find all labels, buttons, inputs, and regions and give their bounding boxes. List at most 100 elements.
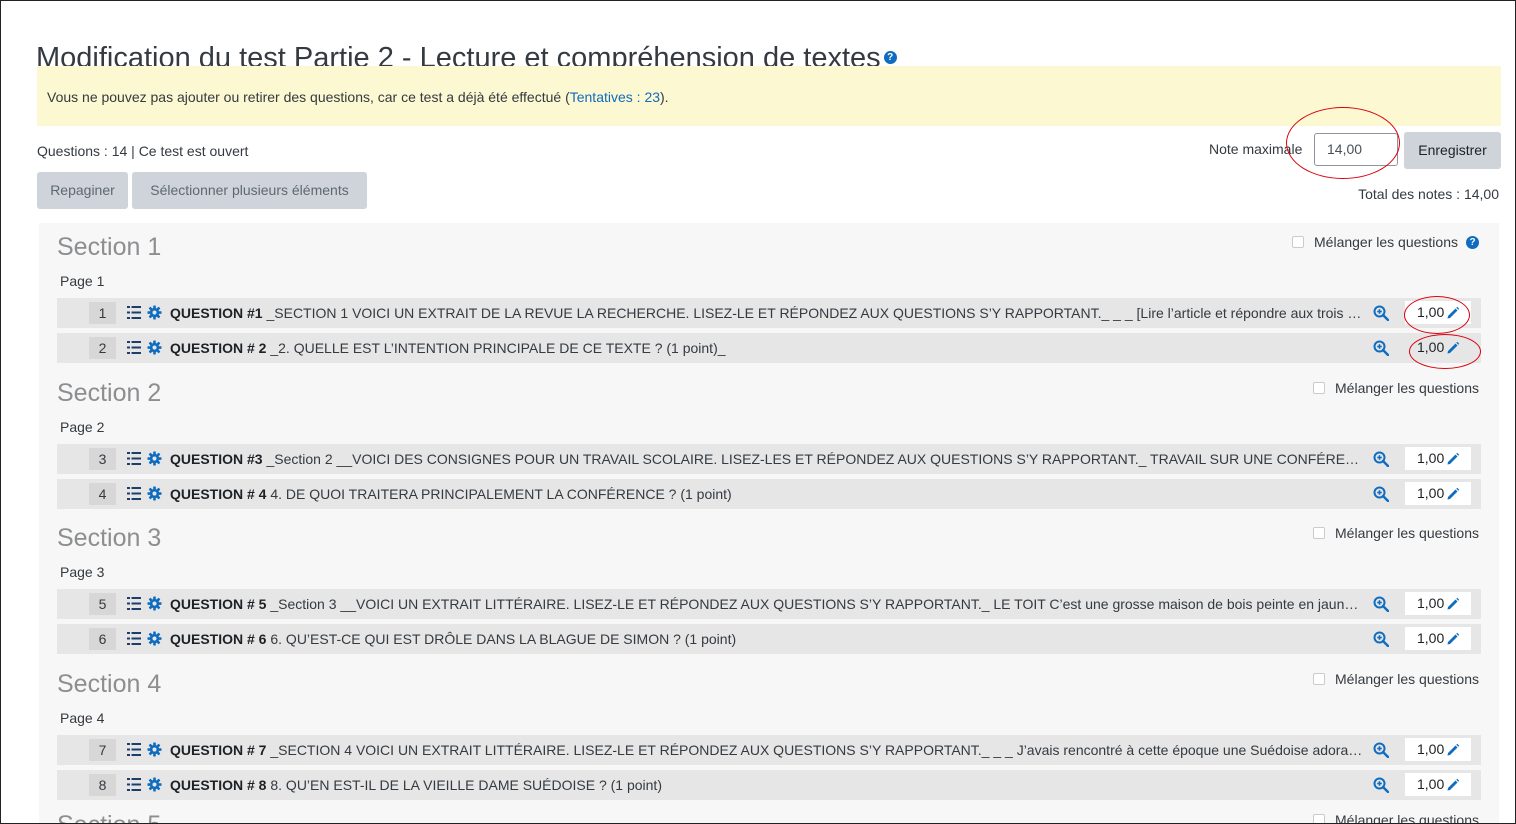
question-row: 2 QUESTION # 2 _2. QUELLE EST L’INTENTION… [57, 333, 1481, 363]
max-grade-input[interactable]: 14,00 [1314, 133, 1398, 166]
sections-list: Section 1 Mélanger les questions? Page 1 1 Q… [39, 223, 1499, 823]
help-icon[interactable]: ? [883, 51, 897, 65]
question-body: _2. QUELLE EST L’INTENTION PRINCIPALE DE… [266, 340, 726, 356]
question-text[interactable]: QUESTION # 5 _Section 3 __VOICI UN EXTRA… [170, 596, 1365, 612]
question-label: QUESTION # 6 [170, 631, 267, 647]
question-label: QUESTION # 4 [170, 486, 267, 502]
question-body: _SECTION 4 VOICI UN EXTRAIT LITTÉRAIRE. … [266, 742, 1365, 758]
question-mark[interactable]: 1,00 [1405, 482, 1471, 505]
shuffle-checkbox[interactable] [1313, 527, 1326, 539]
question-body: 8. QU’EN EST-IL DE LA VIEILLE DAME SUÉDO… [266, 777, 662, 793]
shuffle-checkbox[interactable] [1313, 673, 1326, 685]
list-icon [127, 742, 141, 757]
question-mark[interactable]: 1,00 [1405, 301, 1471, 324]
attempts-link[interactable]: Tentatives : 23 [570, 89, 660, 105]
mark-value: 1,00 [1417, 485, 1445, 501]
question-text[interactable]: QUESTION # 6 6. QU’EST-CE QUI EST DRÔLE … [170, 631, 1365, 647]
question-number: 1 [89, 302, 116, 324]
question-row: 6 QUESTION # 6 6. QU’EST-CE QUI EST DRÔLE… [57, 624, 1481, 654]
section-title: Section 5 [57, 811, 161, 823]
zoom-preview-icon[interactable] [1373, 777, 1390, 794]
gear-icon[interactable] [147, 305, 162, 320]
question-text[interactable]: QUESTION # 7 _SECTION 4 VOICI UN EXTRAIT… [170, 742, 1365, 758]
shuffle-questions[interactable]: Mélanger les questions [1313, 525, 1479, 541]
mark-value: 1,00 [1417, 304, 1445, 320]
question-row: 8 QUESTION # 8 8. QU’EN EST-IL DE LA VIEI… [57, 770, 1481, 800]
gear-icon[interactable] [147, 340, 162, 355]
zoom-preview-icon[interactable] [1373, 742, 1390, 759]
gear-icon[interactable] [147, 486, 162, 501]
mark-value: 1,00 [1417, 450, 1445, 466]
question-label: QUESTION # 7 [170, 742, 267, 758]
question-text[interactable]: QUESTION #1 _SECTION 1 VOICI UN EXTRAIT … [170, 305, 1365, 321]
question-number: 5 [89, 593, 116, 615]
list-icon [127, 777, 141, 792]
shuffle-questions[interactable]: Mélanger les questions [1313, 671, 1479, 687]
list-icon [127, 596, 141, 611]
question-body: _SECTION 1 VOICI UN EXTRAIT DE LA REVUE … [262, 305, 1365, 321]
section-title: Section 3 [57, 524, 162, 552]
question-mark[interactable]: 1,00 [1405, 447, 1471, 470]
mark-value: 1,00 [1417, 776, 1445, 792]
gear-icon[interactable] [147, 631, 162, 646]
mark-value: 1,00 [1417, 630, 1445, 646]
list-icon [127, 486, 141, 501]
zoom-preview-icon[interactable] [1373, 451, 1390, 468]
list-icon [127, 305, 141, 320]
page-label: Page 4 [60, 710, 105, 726]
mark-value: 1,00 [1417, 339, 1445, 355]
question-label: QUESTION # 5 [170, 596, 267, 612]
shuffle-label: Mélanger les questions [1314, 234, 1458, 250]
shuffle-checkbox[interactable] [1313, 814, 1326, 823]
gear-icon[interactable] [147, 742, 162, 757]
page-label: Page 1 [60, 273, 105, 289]
question-mark[interactable]: 1,00 [1405, 627, 1471, 650]
zoom-preview-icon[interactable] [1373, 486, 1390, 503]
shuffle-questions[interactable]: Mélanger les questions [1313, 812, 1479, 823]
zoom-preview-icon[interactable] [1373, 305, 1390, 322]
question-mark[interactable]: 1,00 [1405, 592, 1471, 615]
total-marks: Total des notes : 14,00 [1358, 186, 1499, 202]
quiz-edit-page: Modification du test Partie 2 - Lecture … [0, 0, 1516, 824]
question-text[interactable]: QUESTION # 2 _2. QUELLE EST L’INTENTION … [170, 340, 1365, 356]
gear-icon[interactable] [147, 777, 162, 792]
repaginate-button[interactable]: Repaginer [37, 172, 128, 209]
question-label: QUESTION # 2 [170, 340, 267, 356]
question-text[interactable]: QUESTION # 8 8. QU’EN EST-IL DE LA VIEIL… [170, 777, 1365, 793]
max-grade-label: Note maximale [1209, 141, 1303, 157]
list-icon [127, 451, 141, 466]
question-text[interactable]: QUESTION # 4 4. DE QUOI TRAITERA PRINCIP… [170, 486, 1365, 502]
shuffle-questions[interactable]: Mélanger les questions? [1292, 234, 1479, 250]
shuffle-checkbox[interactable] [1292, 236, 1305, 248]
gear-icon[interactable] [147, 451, 162, 466]
question-number: 8 [89, 774, 116, 796]
shuffle-label: Mélanger les questions [1335, 671, 1479, 687]
shuffle-checkbox[interactable] [1313, 382, 1326, 394]
shuffle-label: Mélanger les questions [1335, 380, 1479, 396]
question-mark[interactable]: 1,00 [1405, 336, 1471, 359]
mark-value: 1,00 [1417, 595, 1445, 611]
save-button[interactable]: Enregistrer [1404, 132, 1501, 169]
question-body: 4. DE QUOI TRAITERA PRINCIPALEMENT LA CO… [266, 486, 732, 502]
zoom-preview-icon[interactable] [1373, 596, 1390, 613]
question-body: 6. QU’EST-CE QUI EST DRÔLE DANS LA BLAGU… [266, 631, 737, 647]
question-mark[interactable]: 1,00 [1405, 773, 1471, 796]
page-label: Page 3 [60, 564, 105, 580]
zoom-preview-icon[interactable] [1373, 340, 1390, 357]
zoom-preview-icon[interactable] [1373, 631, 1390, 648]
question-mark[interactable]: 1,00 [1405, 738, 1471, 761]
question-row: 1 QUESTION #1 _SECTION 1 VOICI UN EXTRAIT… [57, 298, 1481, 328]
mark-value: 1,00 [1417, 741, 1445, 757]
shuffle-questions[interactable]: Mélanger les questions [1313, 380, 1479, 396]
question-number: 2 [89, 337, 116, 359]
select-multiple-button[interactable]: Sélectionner plusieurs éléments [132, 172, 367, 209]
help-icon[interactable]: ? [1466, 235, 1479, 249]
question-body: _Section 3 __VOICI UN EXTRAIT LITTÉRAIRE… [266, 596, 1365, 612]
question-label: QUESTION #1 [170, 305, 263, 321]
gear-icon[interactable] [147, 596, 162, 611]
question-text[interactable]: QUESTION #3 _Section 2 __VOICI DES CONSI… [170, 451, 1365, 467]
question-number: 7 [89, 739, 116, 761]
section-title: Section 2 [57, 379, 162, 407]
quiz-stats: Questions : 14 | Ce test est ouvert [37, 143, 249, 159]
list-icon [127, 340, 141, 355]
